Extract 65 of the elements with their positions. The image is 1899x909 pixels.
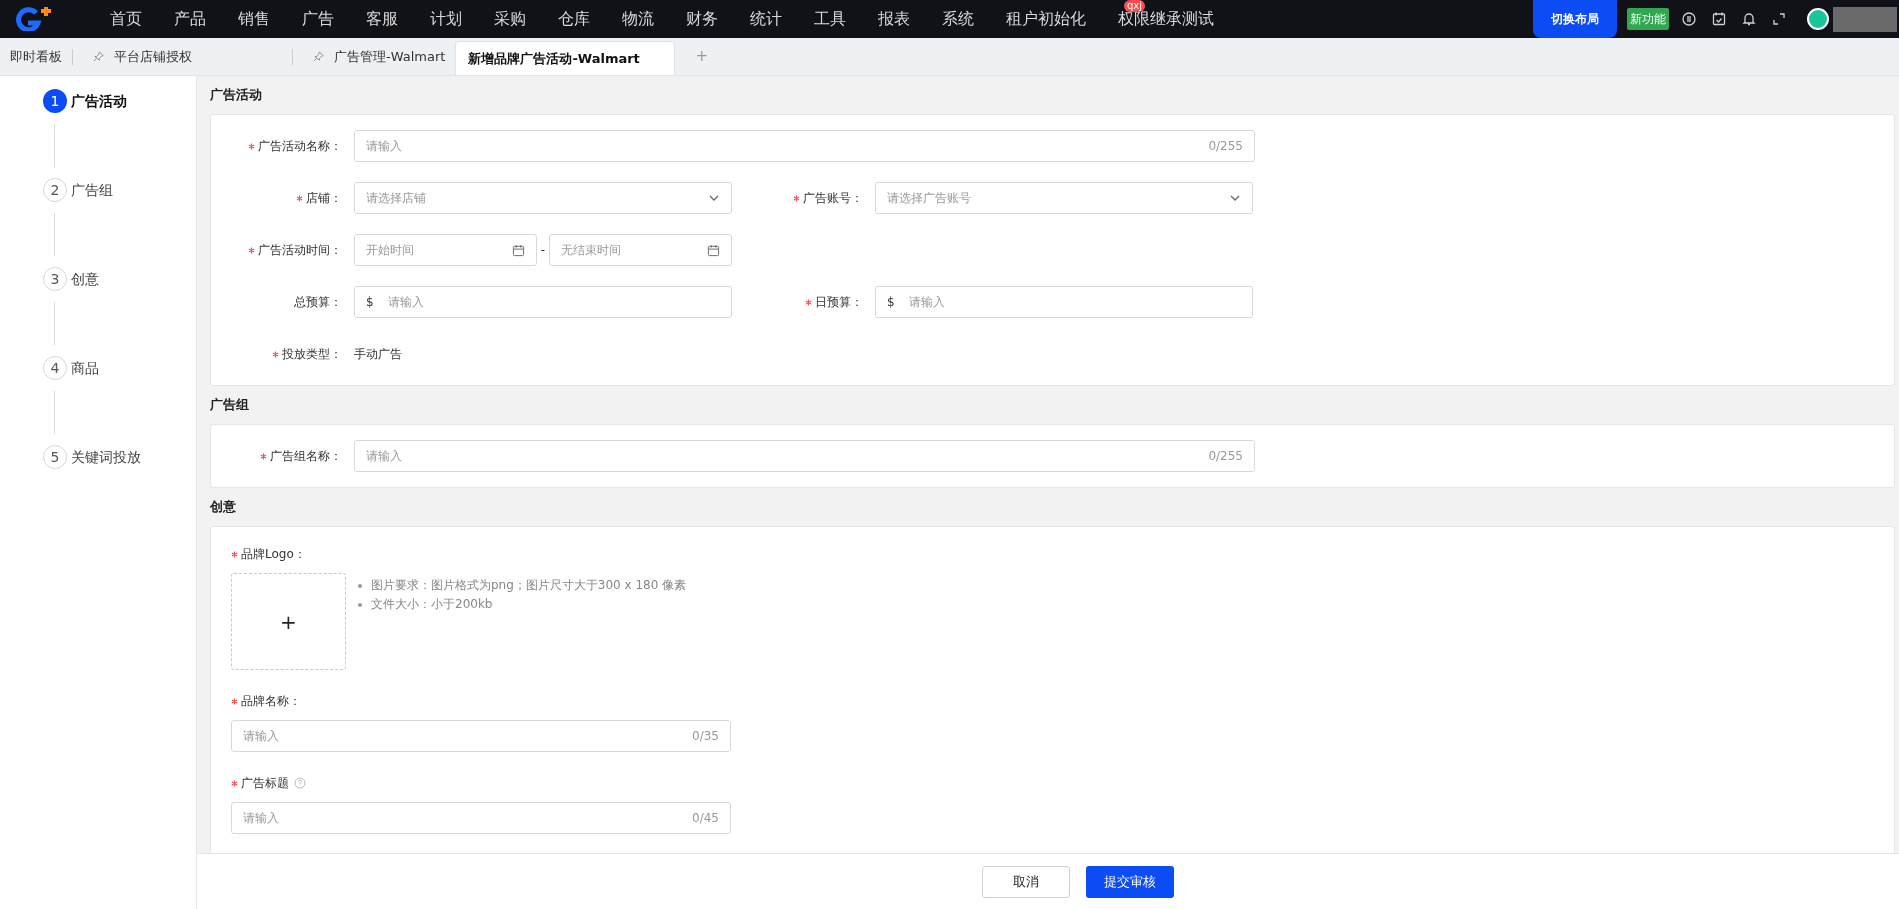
nav-link[interactable]: 物流: [622, 9, 654, 28]
upload-hint: 文件大小：小于200kb: [371, 596, 493, 613]
field-label: 总预算：: [294, 294, 342, 311]
switch-layout-button[interactable]: 切换布局: [1533, 0, 1617, 38]
page-tab[interactable]: 广告管理-Walmart: [303, 38, 456, 75]
field-label: 广告活动名称：: [258, 138, 342, 155]
amount-input[interactable]: $ 请输入: [354, 286, 732, 318]
calendar-icon[interactable]: [512, 243, 525, 257]
bell-icon[interactable]: [1741, 11, 1757, 27]
nav-link[interactable]: 首页: [110, 9, 142, 28]
step-label[interactable]: 创意: [71, 268, 99, 290]
amount-input[interactable]: $ 请输入: [875, 286, 1253, 318]
nav-link[interactable]: 统计: [750, 9, 782, 28]
logo-icon: [14, 7, 54, 31]
pin-icon[interactable]: [313, 51, 324, 62]
page-tab[interactable]: 平台店铺授权: [83, 38, 202, 75]
fullscreen-icon[interactable]: [1771, 11, 1787, 27]
section-title: 广告活动: [209, 86, 263, 105]
nav-link[interactable]: 系统: [942, 9, 974, 28]
range-separator: -: [539, 242, 547, 259]
nav-link[interactable]: 计划: [430, 9, 462, 28]
page-tab[interactable]: 新增品牌广告活动-Walmart: [455, 41, 676, 75]
nav-link[interactable]: 财务: [686, 9, 718, 28]
field-label: 广告账号：: [803, 190, 863, 207]
page-tab[interactable]: 即时看板: [0, 38, 72, 75]
username-blurred: [1833, 6, 1897, 32]
nav-link[interactable]: 销售: [238, 9, 270, 28]
step-label[interactable]: 商品: [71, 357, 99, 379]
calendar-icon[interactable]: [707, 243, 720, 257]
nav-link[interactable]: 租户初始化: [1006, 9, 1086, 28]
field-label: 店铺：: [306, 190, 342, 207]
nav-link[interactable]: 报表: [878, 9, 910, 28]
nav-link[interactable]: 仓库: [558, 9, 590, 28]
nav-link[interactable]: 产品: [174, 9, 206, 28]
field-label: 投放类型：: [282, 346, 342, 363]
nav-link[interactable]: 工具: [814, 9, 846, 28]
field-label: 日预算：: [815, 294, 863, 311]
pin-icon[interactable]: [93, 51, 104, 62]
section-title: 创意: [209, 498, 237, 517]
char-counter: 0/35: [692, 728, 719, 745]
calendar-check-icon[interactable]: [1711, 11, 1727, 27]
submit-button[interactable]: 提交审核: [1086, 865, 1174, 898]
field-value: 手动广告: [354, 346, 402, 363]
step-label[interactable]: 广告活动: [71, 90, 127, 112]
field-label: 品牌名称：: [241, 693, 301, 710]
nav-link[interactable]: 广告: [302, 9, 334, 28]
pause-icon[interactable]: [1681, 11, 1697, 27]
cancel-button[interactable]: 取消: [982, 865, 1070, 898]
upload-button[interactable]: +: [231, 573, 346, 670]
char-counter: 0/255: [1208, 138, 1243, 155]
field-label: 广告标题: [241, 775, 289, 792]
step-number[interactable]: 1: [43, 89, 67, 113]
avatar[interactable]: [1807, 8, 1829, 30]
char-counter: 0/45: [692, 810, 719, 827]
nav-badge: qxj: [1124, 0, 1146, 12]
section-title: 广告组: [209, 396, 250, 415]
nav-link[interactable]: 客服: [366, 9, 398, 28]
field-label: 广告组名称：: [270, 448, 342, 465]
char-counter: 0/255: [1208, 448, 1243, 465]
field-label: 品牌Logo：: [241, 546, 306, 563]
field-label: 广告活动时间：: [258, 242, 342, 259]
upload-hint: 图片要求：图片格式为png；图片尺寸大于300 x 180 像素: [371, 577, 687, 594]
step-label[interactable]: 关键词投放: [71, 446, 141, 468]
step-label[interactable]: 广告组: [71, 179, 113, 201]
nav-link[interactable]: 采购: [494, 9, 526, 28]
